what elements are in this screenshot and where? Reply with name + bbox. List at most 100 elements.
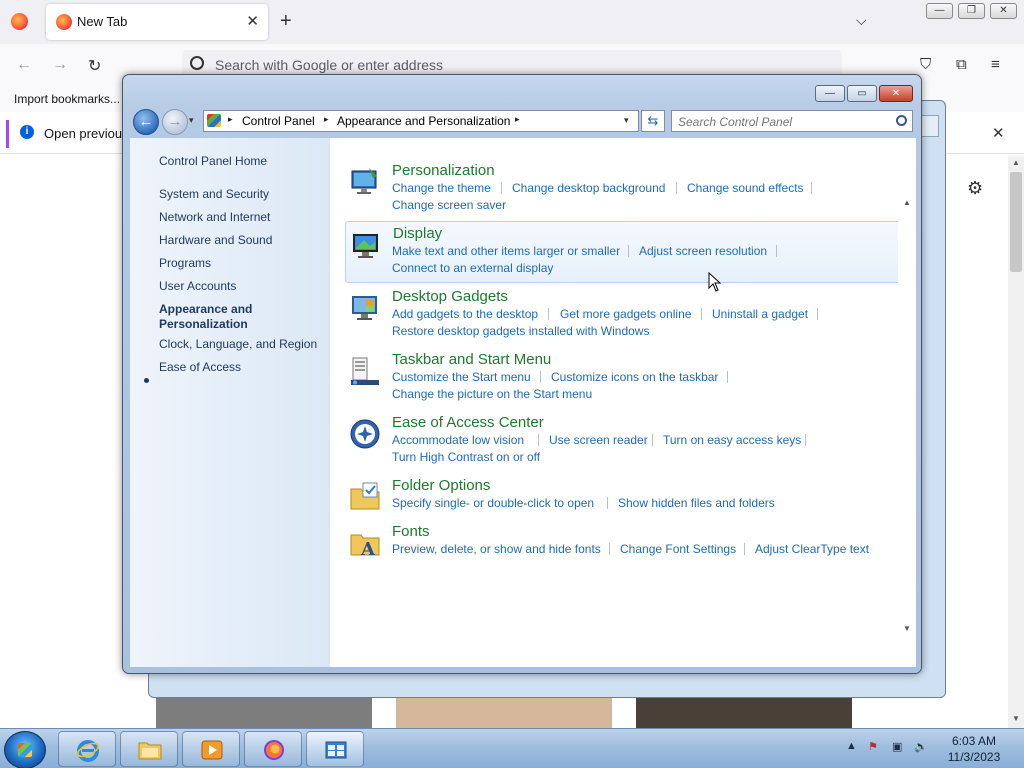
link-make-text-larger[interactable]: Make text and other items larger or smal…	[392, 244, 620, 258]
sidebar-item-programs[interactable]: Programs	[159, 256, 211, 270]
reload-icon[interactable]: ↻	[88, 56, 101, 76]
link-separator	[805, 434, 806, 446]
link-get-more-gadgets[interactable]: Get more gadgets online	[560, 307, 691, 321]
top-site-thumbnail[interactable]	[396, 698, 612, 728]
link-separator	[501, 182, 502, 194]
category-list-scrollbar[interactable]: ▲ ▼	[898, 138, 916, 667]
link-customize-taskbar-icons[interactable]: Customize icons on the taskbar	[551, 370, 718, 384]
sidebar-home-link[interactable]: Control Panel Home	[159, 154, 267, 168]
breadcrumb-separator-icon[interactable]: ▸	[515, 114, 520, 125]
link-connect-external-display[interactable]: Connect to an external display	[392, 261, 553, 275]
link-separator	[811, 182, 812, 194]
scroll-down-icon[interactable]: ▼	[1012, 714, 1020, 723]
link-high-contrast[interactable]: Turn High Contrast on or off	[392, 450, 540, 464]
top-site-thumbnail[interactable]	[636, 698, 852, 728]
address-dropdown-icon[interactable]: ▾	[624, 115, 629, 126]
pocket-icon[interactable]: ⛉	[920, 56, 931, 73]
link-easy-access-keys[interactable]: Turn on easy access keys	[663, 433, 801, 447]
address-bar[interactable]: ▸ Control Panel ▸ Appearance and Persona…	[203, 110, 639, 132]
scroll-up-icon[interactable]: ▲	[1012, 158, 1020, 167]
link-accommodate-low-vision[interactable]: Accommodate low vision	[392, 433, 524, 447]
scroll-down-icon[interactable]: ▼	[903, 624, 911, 633]
category-title[interactable]: Taskbar and Start Menu	[392, 351, 551, 368]
breadcrumb-appearance[interactable]: Appearance and Personalization	[337, 114, 510, 128]
scroll-up-icon[interactable]: ▲	[903, 198, 911, 207]
gear-icon[interactable]: ⚙	[967, 178, 983, 199]
network-icon[interactable]: ▣	[892, 740, 902, 753]
forward-button[interactable]: →	[162, 109, 188, 135]
volume-icon[interactable]: 🔈	[914, 740, 928, 753]
clock-time: 6:03 AM	[951, 734, 997, 748]
extensions-icon[interactable]: ⧉	[956, 56, 967, 73]
link-change-font-settings[interactable]: Change Font Settings	[620, 542, 736, 556]
tab-new-tab[interactable]: New Tab ✕	[46, 4, 268, 40]
category-title[interactable]: Fonts	[392, 523, 430, 540]
link-change-theme[interactable]: Change the theme	[392, 181, 491, 195]
link-single-double-click[interactable]: Specify single- or double-click to open	[392, 496, 594, 510]
sidebar-item-ease-of-access[interactable]: Ease of Access	[159, 360, 241, 374]
category-title[interactable]: Display	[393, 225, 442, 242]
link-customize-start-menu[interactable]: Customize the Start menu	[392, 370, 531, 384]
forward-icon[interactable]: →	[52, 56, 68, 74]
maximize-button[interactable]: ▭	[847, 85, 877, 102]
minimize-button[interactable]: —	[815, 85, 845, 102]
tab-close-icon[interactable]: ✕	[246, 12, 259, 30]
link-preview-fonts[interactable]: Preview, delete, or show and hide fonts	[392, 542, 601, 556]
top-site-thumbnail[interactable]	[156, 698, 372, 728]
breadcrumb-control-panel[interactable]: Control Panel	[242, 114, 315, 128]
category-title[interactable]: Desktop Gadgets	[392, 288, 508, 305]
sidebar-item-network[interactable]: Network and Internet	[159, 210, 270, 224]
taskbar-windows-explorer[interactable]	[120, 731, 178, 767]
scrollbar-thumb[interactable]	[1010, 172, 1022, 272]
breadcrumb-separator-icon[interactable]: ▸	[324, 114, 329, 125]
category-title[interactable]: Ease of Access Center	[392, 414, 544, 431]
taskbar-internet-explorer[interactable]	[58, 731, 116, 767]
link-change-sound-effects[interactable]: Change sound effects	[687, 181, 804, 195]
taskbar-firefox[interactable]	[244, 731, 302, 767]
sidebar-item-user-accounts[interactable]: User Accounts	[159, 279, 236, 293]
close-button[interactable]: ✕	[879, 85, 913, 102]
page-scrollbar[interactable]: ▲ ▼	[1008, 156, 1024, 728]
link-add-gadgets[interactable]: Add gadgets to the desktop	[392, 307, 538, 321]
search-input[interactable]	[678, 114, 888, 129]
search-box[interactable]	[671, 110, 913, 132]
breadcrumb-separator-icon[interactable]: ▸	[228, 114, 233, 125]
recent-pages-icon[interactable]: ▾	[189, 115, 194, 126]
new-tab-button[interactable]: +	[280, 10, 292, 33]
taskbar-control-panel[interactable]	[306, 731, 364, 767]
link-change-start-picture[interactable]: Change the picture on the Start menu	[392, 387, 592, 401]
ease-of-access-icon	[350, 419, 380, 449]
back-icon[interactable]: ←	[16, 56, 32, 74]
restore-button[interactable]: ❐	[958, 3, 985, 19]
close-button[interactable]: ✕	[990, 3, 1017, 19]
menu-icon[interactable]: ≡	[991, 56, 1000, 73]
internet-explorer-icon	[77, 740, 99, 762]
close-icon[interactable]: ✕	[992, 124, 1005, 142]
current-item-bullet-icon	[144, 378, 149, 383]
category-title[interactable]: Folder Options	[392, 477, 490, 494]
link-change-screen-saver[interactable]: Change screen saver	[392, 198, 506, 212]
sidebar-item-hardware-sound[interactable]: Hardware and Sound	[159, 233, 272, 247]
link-restore-gadgets[interactable]: Restore desktop gadgets installed with W…	[392, 324, 649, 338]
list-all-tabs-icon[interactable]: ⌵	[856, 12, 867, 29]
back-button[interactable]: ←	[133, 109, 159, 135]
category-title[interactable]: Personalization	[392, 162, 495, 179]
start-button[interactable]	[4, 731, 46, 768]
search-icon[interactable]	[896, 115, 907, 126]
action-center-icon[interactable]: ⚑	[868, 740, 878, 753]
clock-date: 11/3/2023	[947, 750, 1001, 764]
taskbar-media-player[interactable]	[182, 731, 240, 767]
import-bookmarks-link[interactable]: Import bookmarks...	[14, 92, 120, 106]
link-change-desktop-background[interactable]: Change desktop background	[512, 181, 665, 195]
refresh-button[interactable]: ⇆	[641, 110, 665, 132]
link-adjust-cleartype[interactable]: Adjust ClearType text	[755, 542, 869, 556]
show-hidden-icons-icon[interactable]: ▲	[846, 740, 857, 752]
link-uninstall-gadget[interactable]: Uninstall a gadget	[712, 307, 808, 321]
system-clock[interactable]: 6:03 AM 11/3/2023	[944, 733, 1004, 765]
link-show-hidden-files[interactable]: Show hidden files and folders	[618, 496, 775, 510]
link-use-screen-reader[interactable]: Use screen reader	[549, 433, 648, 447]
link-adjust-screen-resolution[interactable]: Adjust screen resolution	[639, 244, 767, 258]
sidebar-item-clock-language[interactable]: Clock, Language, and Region	[159, 337, 317, 351]
minimize-button[interactable]: —	[926, 3, 953, 19]
sidebar-item-system-security[interactable]: System and Security	[159, 187, 269, 201]
